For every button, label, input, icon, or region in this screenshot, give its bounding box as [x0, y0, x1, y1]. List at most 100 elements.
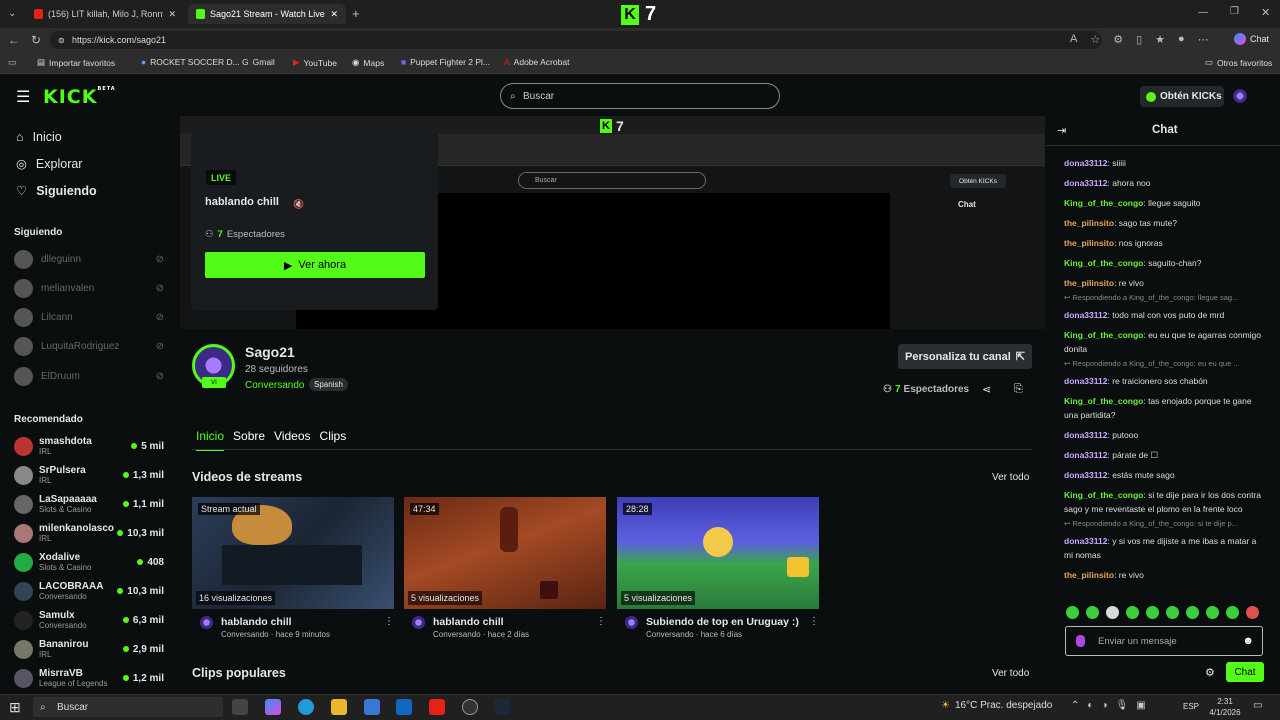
muted-icon[interactable]: 🔇 — [293, 199, 304, 210]
tray-chevron-icon[interactable]: ⌃ — [1071, 700, 1079, 711]
video-thumbnail[interactable]: 47:34 5 visualizaciones — [404, 497, 606, 609]
hamburger-menu-icon[interactable]: ☰ — [16, 87, 30, 107]
following-channel[interactable]: melianvalen ⊘ — [14, 278, 164, 298]
chat-username[interactable]: dona33112 — [1064, 430, 1107, 440]
outlook-icon[interactable] — [396, 699, 412, 715]
extensions-icon[interactable]: ⚙ — [1113, 33, 1123, 46]
chat-message-input[interactable]: Enviar un mensaje ☻ — [1065, 626, 1263, 656]
recommended-channel[interactable]: LaSapaaaaa Slots & Casino 1,1 mil — [14, 490, 164, 518]
chat-username[interactable]: dona33112 — [1064, 376, 1107, 386]
tray-app-icon[interactable]: ◑ — [1101, 700, 1107, 711]
new-tab-icon[interactable]: + — [352, 6, 360, 21]
split-screen-icon[interactable]: ▯ — [1136, 33, 1142, 46]
back-icon[interactable]: ← — [8, 33, 20, 47]
emote-icon[interactable] — [1066, 606, 1079, 619]
following-channel[interactable]: LuquitaRodriguez ⊘ — [14, 336, 164, 356]
steam-icon[interactable] — [494, 699, 510, 715]
copilot-chat-button[interactable]: Chat — [1234, 33, 1269, 45]
tab-clips[interactable]: Clips — [320, 429, 347, 451]
emote-icon[interactable] — [1106, 606, 1119, 619]
emote-icon[interactable] — [1086, 606, 1099, 619]
chat-username[interactable]: the_pilinsito — [1064, 570, 1114, 580]
url-field[interactable]: ⊜ https://kick.com/sago21 — [50, 31, 1102, 49]
chat-send-button[interactable]: Chat — [1226, 662, 1264, 682]
chat-username[interactable]: dona33112 — [1064, 178, 1107, 188]
recommended-channel[interactable]: Xodalive Slots & Casino 408 — [14, 548, 164, 576]
chat-username[interactable]: King_of_the_congo — [1064, 258, 1143, 268]
bookmark-item[interactable]: ■ Puppet Fighter 2 Pl... — [401, 57, 490, 67]
chat-username[interactable]: King_of_the_congo — [1064, 396, 1143, 406]
favorite-star-icon[interactable]: ☆ — [1090, 33, 1100, 46]
following-channel[interactable]: Lilcann ⊘ — [14, 307, 164, 327]
more-menu-icon[interactable]: ⋯ — [1198, 33, 1209, 46]
emote-icon[interactable] — [1206, 606, 1219, 619]
youtube-taskbar-icon[interactable] — [429, 699, 445, 715]
chat-username[interactable]: King_of_the_congo — [1064, 490, 1143, 500]
channel-category[interactable]: Conversando — [245, 380, 304, 391]
copilot-taskbar-icon[interactable] — [265, 699, 281, 715]
recommended-channel[interactable]: LACOBRAAA Conversando 10,3 mil — [14, 577, 164, 605]
favorites-icon[interactable]: ★ — [1155, 33, 1165, 46]
kick-logo[interactable]: KICKBETA — [43, 86, 116, 108]
clips-see-all[interactable]: Ver todo — [992, 668, 1029, 679]
share-icon[interactable]: ⋖ — [982, 383, 991, 396]
read-aloud-icon[interactable]: A — [1070, 33, 1077, 46]
task-view-icon[interactable] — [232, 699, 248, 715]
emote-icon[interactable] — [1146, 606, 1159, 619]
recommended-channel[interactable]: Samulx Conversando 6,3 mil — [14, 606, 164, 634]
tray-app-icon[interactable]: ◐ — [1087, 700, 1093, 711]
recommended-channel[interactable]: smashdota IRL 5 mil — [14, 432, 164, 460]
minimize-icon[interactable]: — — [1198, 7, 1208, 18]
chat-username[interactable]: King_of_the_congo — [1064, 330, 1143, 340]
nav-following[interactable]: ♡ Siguiendo — [16, 183, 97, 199]
tray-app-icon[interactable]: ▣ — [1136, 700, 1145, 711]
weather-widget[interactable]: ☀ 16°C Prac. despejado — [941, 700, 1052, 711]
recommended-channel[interactable]: milenkanolasco IRL 10,3 mil — [14, 519, 164, 547]
recommended-channel[interactable]: MisrraVB League of Legends 1,2 mil — [14, 664, 164, 692]
site-info-icon[interactable]: ⊜ — [58, 36, 65, 45]
chat-settings-icon[interactable]: ⚙ — [1205, 666, 1215, 679]
close-tab-icon[interactable]: ✕ — [330, 9, 338, 20]
clock[interactable]: 2:31 4/1/2026 — [1207, 696, 1243, 718]
more-options-icon[interactable]: ⋮ — [809, 616, 819, 639]
watch-now-button[interactable]: ▶ Ver ahora — [205, 252, 425, 278]
language-tag[interactable]: Spanish — [309, 378, 348, 391]
close-window-icon[interactable]: ✕ — [1261, 6, 1270, 19]
recommended-channel[interactable]: SrPulsera IRL 1,3 mil — [14, 461, 164, 489]
get-kicks-button[interactable]: Obtén KICKs — [1140, 86, 1224, 107]
videos-see-all[interactable]: Ver todo — [992, 472, 1029, 483]
taskbar-search[interactable]: ⌕ Buscar — [33, 697, 223, 717]
emote-icon[interactable] — [1226, 606, 1239, 619]
chat-username[interactable]: the_pilinsito — [1064, 238, 1114, 248]
nav-home[interactable]: ⌂ Inicio — [16, 130, 62, 144]
browser-tab-youtube[interactable]: (156) LIT killah, Milo J, Ronny J - C ✕ — [26, 4, 184, 24]
edge-icon[interactable] — [298, 699, 314, 715]
tab-sobre[interactable]: Sobre — [233, 429, 265, 451]
video-card[interactable]: Stream actual 16 visualizaciones habland… — [192, 497, 394, 639]
chat-username[interactable]: dona33112 — [1064, 450, 1107, 460]
customize-channel-button[interactable]: Personaliza tu canal ⇱ — [898, 344, 1032, 369]
video-thumbnail[interactable]: Stream actual 16 visualizaciones — [192, 497, 394, 609]
notifications-icon[interactable]: ▭ — [1253, 700, 1262, 711]
close-tab-icon[interactable]: ✕ — [168, 9, 176, 20]
tab-videos[interactable]: Videos — [274, 429, 310, 451]
profile-icon[interactable]: ● — [1178, 33, 1185, 46]
bookmark-item[interactable]: ● ROCKET SOCCER D... — [141, 57, 240, 67]
refresh-icon[interactable]: ↻ — [31, 33, 41, 47]
more-options-icon[interactable]: ⋮ — [384, 616, 394, 639]
chat-username[interactable]: dona33112 — [1064, 158, 1107, 168]
following-channel[interactable]: dlleguinn ⊘ — [14, 249, 164, 269]
collapse-chat-icon[interactable]: ⇥ — [1057, 124, 1066, 137]
emote-icon[interactable] — [1246, 606, 1259, 619]
other-favorites[interactable]: ▭ Otros favoritos — [1205, 57, 1272, 68]
search-input[interactable]: ⌕ Buscar — [500, 83, 780, 109]
video-card[interactable]: 47:34 5 visualizaciones hablando chill C… — [404, 497, 606, 639]
chat-username[interactable]: the_pilinsito — [1064, 278, 1114, 288]
user-avatar[interactable] — [1233, 89, 1247, 103]
nav-explore[interactable]: ◎ Explorar — [16, 156, 82, 172]
video-card[interactable]: 28:28 5 visualizaciones Subiendo de top … — [617, 497, 819, 639]
recommended-channel[interactable]: Bananirou IRL 2,9 mil — [14, 635, 164, 663]
tab-list-icon[interactable]: ⌄ — [8, 8, 16, 19]
bookmark-item[interactable]: ◉ Maps — [352, 57, 384, 68]
mic-tray-icon[interactable]: 🎙 — [1115, 700, 1128, 711]
